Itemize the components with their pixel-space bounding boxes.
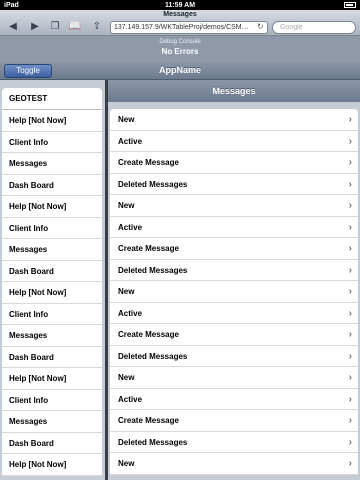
master-list-item[interactable]: Dash Board bbox=[2, 433, 102, 454]
detail-item-label: New bbox=[118, 201, 135, 210]
master-list-item[interactable]: Help [Not Now] bbox=[2, 454, 102, 476]
detail-item-label: Active bbox=[118, 308, 143, 318]
battery-icon bbox=[341, 1, 356, 9]
detail-list-item[interactable]: Deleted Messages › bbox=[110, 174, 358, 195]
master-list-item[interactable]: Dash Board bbox=[2, 175, 102, 196]
chevron-right-icon: › bbox=[348, 178, 352, 190]
detail-item-label: Active bbox=[118, 394, 143, 404]
detail-item-label: Create Message bbox=[118, 158, 179, 167]
chevron-right-icon: › bbox=[348, 415, 352, 426]
detail-list-item[interactable]: Active › bbox=[110, 131, 358, 152]
master-list-item[interactable]: Dash Board bbox=[2, 261, 102, 282]
detail-list-item[interactable]: Deleted Messages › bbox=[110, 260, 358, 281]
detail-item-label: Create Message bbox=[118, 330, 179, 339]
chevron-right-icon: › bbox=[348, 200, 352, 211]
detail-list: New › Active › Create Message › Deleted Messag… bbox=[110, 109, 358, 475]
debug-title: Debug Console bbox=[159, 39, 201, 45]
chevron-right-icon: › bbox=[348, 135, 352, 147]
detail-list-item[interactable]: Active › bbox=[110, 217, 358, 238]
detail-item-label: Create Message bbox=[118, 244, 179, 253]
chevron-right-icon: › bbox=[348, 157, 352, 168]
detail-item-label: New bbox=[118, 287, 135, 296]
master-list-item[interactable]: Client Info bbox=[2, 132, 102, 153]
master-list-item[interactable]: Messages bbox=[2, 411, 102, 433]
detail-item-label: New bbox=[118, 115, 135, 124]
master-list-item[interactable]: Client Info bbox=[2, 390, 102, 411]
detail-item-label: New bbox=[118, 459, 135, 468]
detail-list-item[interactable]: Create Message › bbox=[110, 324, 358, 346]
detail-list-item[interactable]: New › bbox=[110, 195, 358, 217]
chevron-right-icon: › bbox=[348, 329, 352, 340]
master-list-item[interactable]: Help [Not Now] bbox=[2, 282, 102, 304]
detail-item-label: Deleted Messages bbox=[118, 437, 188, 447]
detail-list-item[interactable]: New › bbox=[110, 281, 358, 303]
detail-item-label: Active bbox=[118, 222, 143, 232]
master-list-item[interactable]: Help [Not Now] bbox=[2, 196, 102, 218]
master-list-item[interactable]: Client Info bbox=[2, 218, 102, 239]
detail-item-label: New bbox=[118, 373, 135, 382]
master-list-item[interactable]: Messages bbox=[2, 239, 102, 261]
page-title: Messages bbox=[163, 11, 197, 18]
detail-list-item[interactable]: New › bbox=[110, 453, 358, 475]
master-list: GEOTEST Help [Not Now] Client Info Message… bbox=[2, 88, 102, 476]
detail-list-item[interactable]: Deleted Messages › bbox=[110, 432, 358, 453]
chevron-right-icon: › bbox=[348, 221, 352, 233]
address-bar[interactable]: 137.149.157.9/WKTableProj/demos/CSM… bbox=[110, 21, 268, 34]
detail-list-item[interactable]: Active › bbox=[110, 389, 358, 410]
chevron-right-icon: › bbox=[348, 307, 352, 319]
detail-item-label: Create Message bbox=[118, 416, 179, 425]
master-list-item[interactable]: Messages bbox=[2, 153, 102, 175]
chevron-right-icon: › bbox=[348, 114, 352, 125]
detail-list-item[interactable]: Deleted Messages › bbox=[110, 346, 358, 367]
detail-item-label: Deleted Messages bbox=[118, 351, 188, 361]
detail-pane: Messages New › Active › Create Message › Delet… bbox=[108, 80, 360, 480]
browser-toolbar: Messages ◀ ▶ ❐ 📖 ⇪ 137.149.157.9/WKTable… bbox=[0, 10, 360, 36]
share-icon[interactable]: ⇪ bbox=[90, 21, 104, 33]
master-header: GEOTEST bbox=[2, 88, 102, 110]
debug-console: Debug Console No Errors bbox=[0, 36, 360, 62]
detail-list-item[interactable]: New › bbox=[110, 109, 358, 131]
master-list-item[interactable]: Help [Not Now] bbox=[2, 368, 102, 390]
master-list-item[interactable]: Messages bbox=[2, 325, 102, 347]
back-icon[interactable]: ◀ bbox=[6, 21, 20, 33]
detail-item-label: Active bbox=[118, 136, 143, 146]
detail-list-item[interactable]: Create Message › bbox=[110, 238, 358, 260]
app-title: AppName bbox=[158, 65, 201, 75]
detail-item-label: Deleted Messages bbox=[118, 265, 188, 275]
detail-item-label: Deleted Messages bbox=[118, 179, 188, 189]
chevron-right-icon: › bbox=[348, 436, 352, 448]
chevron-right-icon: › bbox=[348, 458, 352, 469]
chevron-right-icon: › bbox=[348, 243, 352, 254]
chevron-right-icon: › bbox=[348, 350, 352, 362]
pages-icon[interactable]: ❐ bbox=[48, 21, 62, 33]
detail-list-item[interactable]: New › bbox=[110, 367, 358, 389]
debug-status: No Errors bbox=[161, 47, 199, 56]
reload-icon[interactable]: ↻ bbox=[257, 22, 264, 31]
master-list-item[interactable]: Client Info bbox=[2, 304, 102, 325]
status-time: 11:59 AM bbox=[164, 1, 196, 9]
detail-title: Messages bbox=[108, 80, 360, 102]
chevron-right-icon: › bbox=[348, 286, 352, 297]
master-pane: GEOTEST Help [Not Now] Client Info Message… bbox=[0, 80, 105, 480]
status-bar: iPad 11:59 AM bbox=[0, 0, 360, 10]
app-navbar: Toggle AppName bbox=[0, 62, 360, 80]
chevron-right-icon: › bbox=[348, 372, 352, 383]
detail-list-item[interactable]: Create Message › bbox=[110, 152, 358, 174]
chevron-right-icon: › bbox=[348, 264, 352, 276]
detail-list-item[interactable]: Create Message › bbox=[110, 410, 358, 432]
search-input[interactable]: Google bbox=[272, 21, 356, 34]
master-list-item[interactable]: Help [Not Now] bbox=[2, 110, 102, 132]
master-list-item[interactable]: Dash Board bbox=[2, 347, 102, 368]
detail-list-item[interactable]: Active › bbox=[110, 303, 358, 324]
forward-icon[interactable]: ▶ bbox=[28, 21, 42, 33]
bookmarks-icon[interactable]: 📖 bbox=[68, 21, 82, 33]
chevron-right-icon: › bbox=[348, 393, 352, 405]
